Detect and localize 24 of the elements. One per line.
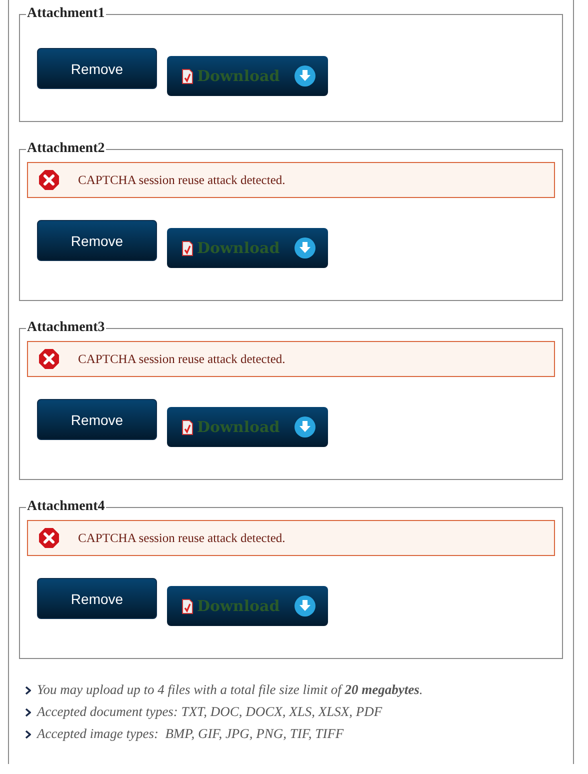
note-text: You may upload up to 4 files with a total file size limit of 20 megabytes.	[37, 682, 423, 698]
remove-button[interactable]: Remove	[37, 399, 157, 440]
error-text: CAPTCHA session reuse attack detected.	[78, 530, 286, 546]
remove-button[interactable]: Remove	[37, 578, 157, 619]
attachment-legend: Attachment1	[26, 6, 106, 22]
attachment-legend: Attachment2	[26, 141, 106, 157]
error-icon	[38, 169, 60, 191]
error-icon	[38, 348, 60, 370]
document-icon	[182, 420, 193, 434]
document-icon	[182, 68, 193, 84]
error-text: CAPTCHA session reuse attack detected.	[78, 172, 286, 188]
document-icon	[182, 598, 193, 614]
chevron-icon	[25, 708, 31, 716]
attachment-legend: Attachment4	[26, 499, 106, 515]
error-text: CAPTCHA session reuse attack detected.	[78, 352, 286, 366]
remove-button[interactable]: Remove	[37, 48, 157, 89]
note-text: Accepted image types: BMP, GIF, JPG, PNG, TIF, TIFF	[37, 726, 344, 742]
remove-button[interactable]: Remove	[37, 220, 157, 261]
chevron-icon	[25, 686, 31, 694]
chevron-icon	[25, 730, 31, 738]
error-icon	[38, 527, 60, 549]
note-text: Accepted document types: TXT, DOC, DOCX, XLS, XLSX, PDF	[37, 704, 382, 720]
attachment-legend: Attachment3	[26, 320, 106, 336]
document-icon	[182, 240, 193, 256]
